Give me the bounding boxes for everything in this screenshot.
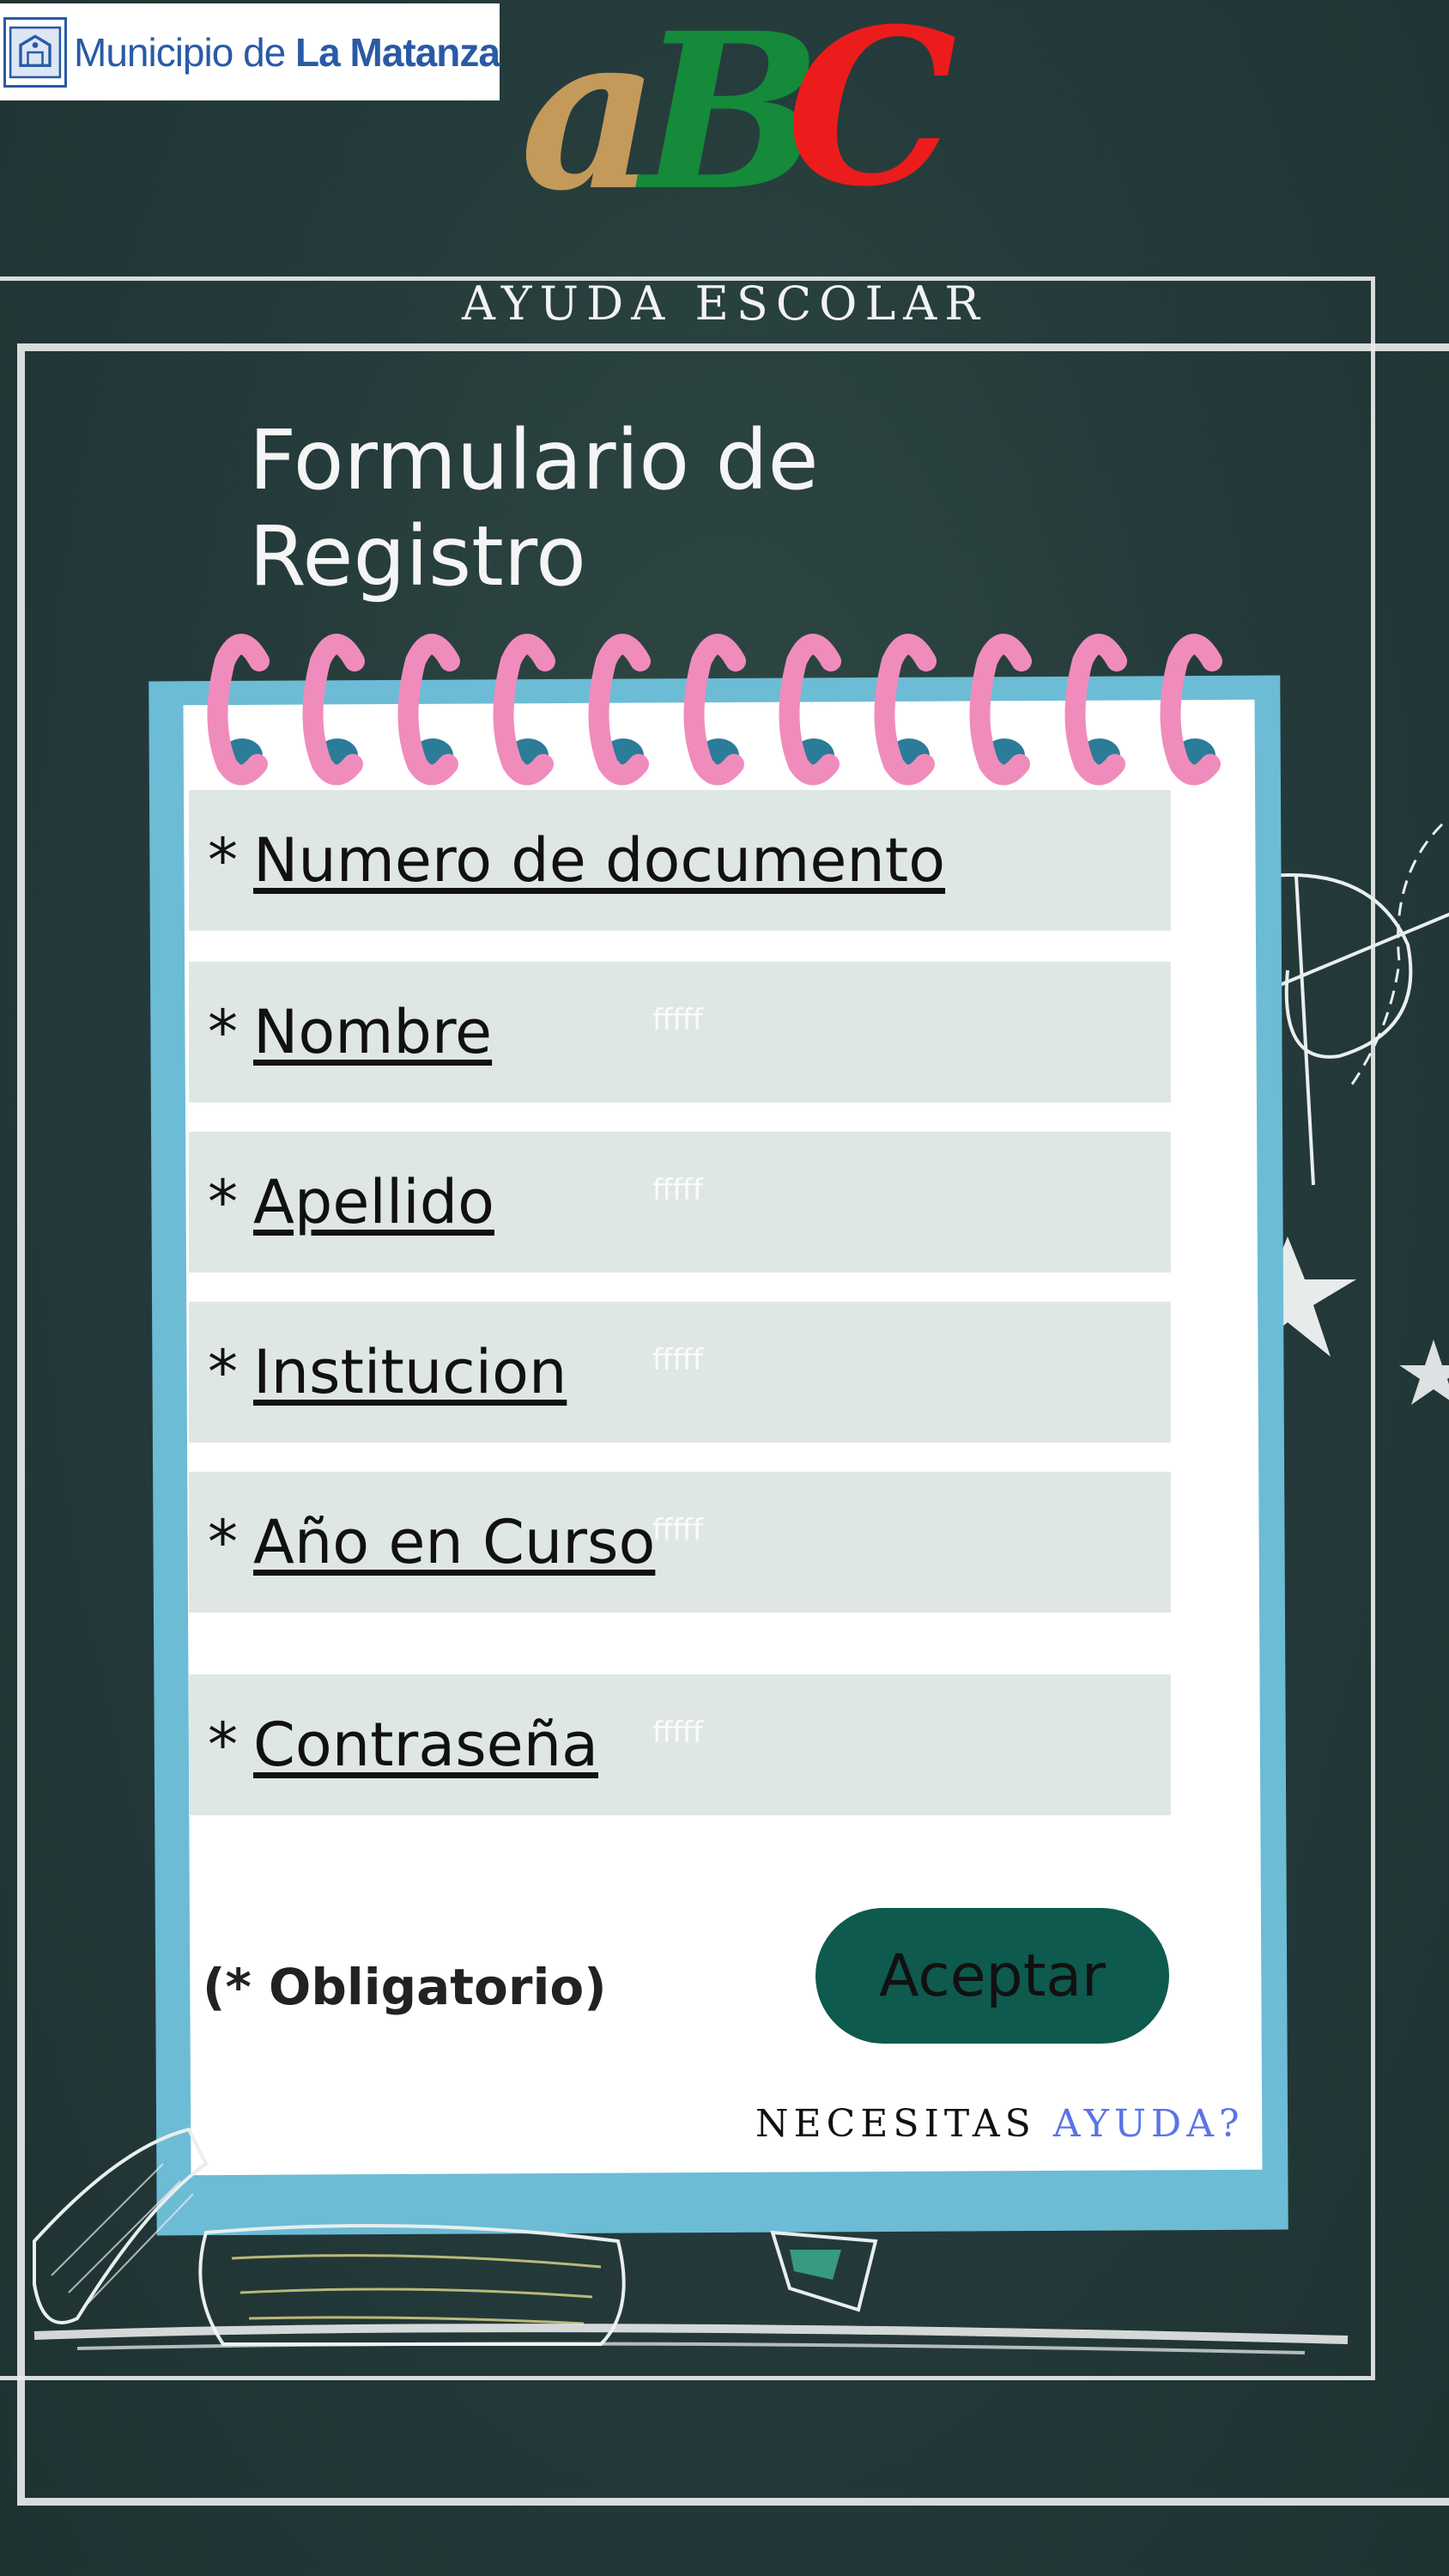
municipio-logo: Municipio de La Matanza xyxy=(0,3,500,100)
required-asterisk: * xyxy=(208,997,238,1067)
abc-letter-c: C xyxy=(786,0,957,234)
field-numero-documento[interactable]: * Numero de documento xyxy=(189,790,1171,931)
spiral-ring xyxy=(683,634,746,786)
spiral-ring xyxy=(207,634,270,786)
field-anio-en-curso[interactable]: * Año en Curso fffff xyxy=(189,1472,1171,1613)
logo-text-regular: Municipio de xyxy=(74,29,296,75)
spiral-ring xyxy=(969,634,1032,786)
field-apellido[interactable]: * Apellido fffff xyxy=(189,1132,1171,1273)
spiral-ring xyxy=(588,634,651,786)
spiral-ring xyxy=(1160,634,1222,786)
abc-title: a B C xyxy=(512,0,958,258)
spiral-ring xyxy=(874,634,937,786)
spiral-ring xyxy=(779,634,841,786)
field-institucion[interactable]: * Institucion fffff xyxy=(189,1302,1171,1443)
required-asterisk: * xyxy=(208,1167,238,1237)
field-label: Numero de documento xyxy=(253,825,946,896)
placeholder-text: fffff xyxy=(652,1343,703,1377)
abc-letter-a: a xyxy=(520,0,659,238)
subtitle-ayuda-escolar: AYUDA ESCOLAR xyxy=(462,276,987,331)
field-label: Institucion xyxy=(253,1337,567,1407)
page-title: Formulario de Registro xyxy=(249,412,819,605)
placeholder-text: fffff xyxy=(652,1716,703,1750)
spiral-ring-icon xyxy=(207,634,1222,786)
municipio-logo-text: Municipio de La Matanza xyxy=(74,29,500,76)
required-asterisk: * xyxy=(208,1710,238,1780)
field-label: Nombre xyxy=(253,997,493,1067)
required-note: (* Obligatorio) xyxy=(203,1958,607,2016)
placeholder-text: fffff xyxy=(652,1513,703,1547)
spiral-ring xyxy=(493,634,555,786)
placeholder-text: fffff xyxy=(652,1173,703,1207)
spiral-ring xyxy=(1064,634,1127,786)
aceptar-button[interactable]: Aceptar xyxy=(815,1908,1169,2044)
field-contrasena[interactable]: * Contraseña fffff xyxy=(189,1674,1171,1815)
placeholder-text: fffff xyxy=(652,1003,703,1037)
logo-text-bold: La Matanza xyxy=(295,29,500,75)
spiral-ring xyxy=(397,634,460,786)
required-asterisk: * xyxy=(208,825,238,896)
required-asterisk: * xyxy=(208,1337,238,1407)
chalk-school-supplies-drawing xyxy=(33,2127,1349,2354)
field-label: Contraseña xyxy=(253,1710,598,1780)
required-asterisk: * xyxy=(208,1507,238,1577)
field-label: Apellido xyxy=(253,1167,494,1237)
field-label: Año en Curso xyxy=(253,1507,656,1577)
field-nombre[interactable]: * Nombre fffff xyxy=(189,962,1171,1103)
municipal-crest-icon xyxy=(3,16,67,88)
spiral-ring xyxy=(302,634,365,786)
